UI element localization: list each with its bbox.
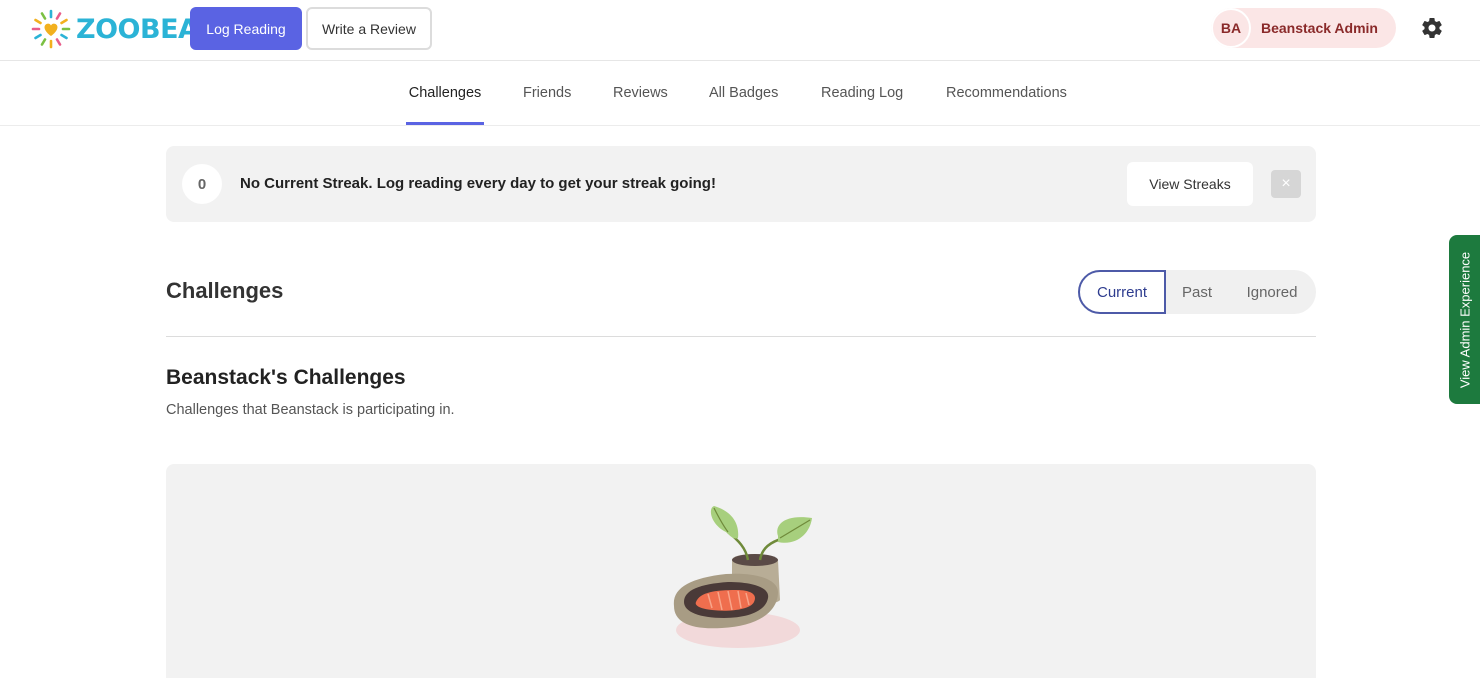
logo-burst-icon: [31, 9, 71, 49]
challenge-filter-toggle: Current Past Ignored: [1078, 270, 1316, 314]
divider: [166, 336, 1316, 337]
streak-count-badge: 0: [182, 164, 222, 204]
tab-label: Reviews: [613, 85, 668, 101]
filter-past[interactable]: Past: [1166, 270, 1228, 314]
view-streaks-button[interactable]: View Streaks: [1127, 162, 1253, 206]
admin-tab-label: View Admin Experience: [1457, 251, 1472, 388]
streak-banner: 0 No Current Streak. Log reading every d…: [166, 146, 1316, 222]
group-title: Beanstack's Challenges: [166, 366, 406, 389]
empty-state-card: [166, 464, 1316, 678]
tab-all-badges[interactable]: All Badges: [709, 61, 778, 125]
top-bar: ZOOBEAN Log Reading Write a Review BA Be…: [0, 0, 1480, 61]
view-admin-experience-tab[interactable]: View Admin Experience: [1449, 235, 1480, 404]
tab-label: Friends: [523, 85, 572, 101]
avatar: BA: [1211, 8, 1251, 48]
tab-friends[interactable]: Friends: [523, 61, 571, 125]
user-name: Beanstack Admin: [1261, 20, 1378, 36]
main-nav: Challenges Friends Reviews All Badges Re…: [0, 61, 1480, 126]
streak-message: No Current Streak. Log reading every day…: [240, 175, 716, 192]
filter-current[interactable]: Current: [1078, 270, 1166, 314]
write-review-button[interactable]: Write a Review: [306, 7, 432, 50]
tab-label: All Badges: [709, 85, 779, 101]
tab-reading-log[interactable]: Reading Log: [821, 61, 903, 125]
tab-label: Challenges: [408, 85, 482, 101]
tab-reviews[interactable]: Reviews: [613, 61, 668, 125]
tab-label: Recommendations: [946, 85, 1067, 101]
tab-recommendations[interactable]: Recommendations: [946, 61, 1067, 125]
sprouting-pot-illustration: [673, 506, 812, 648]
log-reading-button[interactable]: Log Reading: [190, 7, 302, 50]
page-title: Challenges: [166, 278, 284, 303]
group-description: Challenges that Beanstack is participati…: [166, 402, 455, 418]
tab-challenges[interactable]: Challenges: [406, 61, 484, 125]
active-tab-indicator: [406, 122, 484, 125]
gear-icon[interactable]: [1420, 16, 1444, 40]
filter-ignored[interactable]: Ignored: [1228, 270, 1316, 314]
close-icon[interactable]: ×: [1271, 170, 1301, 198]
tab-label: Reading Log: [821, 85, 904, 101]
user-menu[interactable]: BA Beanstack Admin: [1211, 8, 1396, 48]
